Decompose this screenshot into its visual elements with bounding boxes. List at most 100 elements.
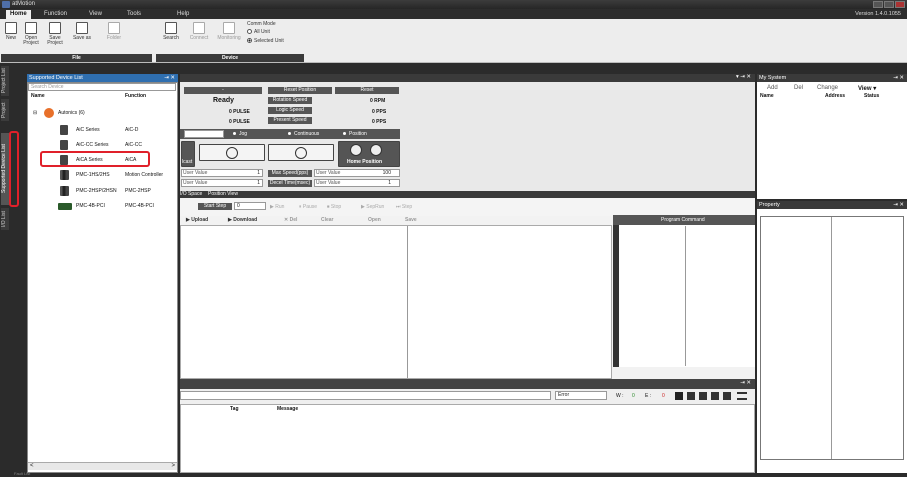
comm-all-unit-radio[interactable]: All Unit [247, 29, 270, 35]
change-button[interactable]: Change [817, 85, 838, 91]
tab-position-view[interactable]: Position View [208, 191, 238, 197]
stop-button[interactable]: ⏹ Stop [327, 204, 341, 210]
save-as-button[interactable]: Save as [70, 22, 94, 41]
view-dropdown[interactable]: View ▾ [858, 85, 876, 92]
continuous-radio[interactable]: Continuous [287, 131, 319, 137]
device-row-function: PMC-4B-PCI [125, 203, 154, 209]
jog-ccw-button[interactable] [199, 144, 265, 161]
connect-button[interactable]: Connect [187, 22, 211, 41]
log-pin-close[interactable]: ⇥ ✕ [740, 380, 751, 386]
run-button[interactable]: ▶ Run [270, 204, 284, 210]
pause-button[interactable]: ⏸ Pause [299, 204, 317, 210]
tab-view[interactable]: View [85, 10, 106, 19]
side-tab-io-list[interactable]: I/O List [1, 208, 9, 230]
device-row[interactable]: AiC-CC Series AiC-CC [28, 138, 177, 152]
tab-io-space[interactable]: I/O Space [180, 191, 202, 197]
log-columns-icon[interactable] [711, 392, 719, 400]
device-row[interactable]: AiC Series AiC-D [28, 123, 177, 137]
device-row[interactable]: PMC-1HS/2HS Motion Controller [28, 168, 177, 182]
axis-select[interactable] [184, 130, 224, 138]
open-project-button[interactable]: Open Project [20, 22, 42, 46]
user-value-input-2[interactable]: User Value 1 [181, 179, 263, 187]
reset-button[interactable]: Reset [335, 87, 399, 94]
my-system-panel [757, 82, 907, 199]
position-radio[interactable]: Position [342, 131, 367, 137]
system-col-status: Status [864, 93, 880, 99]
open-button[interactable]: Open [368, 217, 381, 223]
highlight-side-tab [9, 131, 19, 207]
device-panel-pin-close[interactable]: ⇥ ✕ [164, 74, 175, 82]
del-system-button[interactable]: Del [794, 85, 803, 91]
log-export-icon[interactable] [723, 392, 731, 400]
my-system-title: My System ⇥ ✕ [757, 74, 907, 82]
log-list-icon[interactable] [737, 392, 747, 400]
property-pin-close[interactable]: ⇥ ✕ [893, 201, 904, 209]
monitoring-button[interactable]: Monitoring [214, 22, 244, 41]
tab-home[interactable]: Home [6, 10, 31, 19]
program-command-list[interactable] [613, 225, 755, 367]
program-editor[interactable] [180, 225, 612, 379]
broadcast-button[interactable]: lcast [181, 141, 195, 167]
reset-position-button[interactable]: Reset Position [268, 87, 332, 94]
device-row-name: AiC-CC Series [76, 142, 109, 148]
my-system-pin-close[interactable]: ⇥ ✕ [893, 74, 904, 82]
clear-button[interactable]: Clear [321, 217, 334, 223]
tree-root-autonics[interactable]: ⊟ Autonics (6) [28, 106, 177, 120]
comm-selected-unit-radio[interactable]: Selected Unit [247, 38, 284, 44]
close-button[interactable] [895, 1, 905, 8]
seprun-button[interactable]: ▶ SepRun [361, 204, 384, 210]
max-speed-input[interactable]: User Value 100 [314, 169, 400, 177]
del-button[interactable]: ✕ Del [284, 217, 297, 223]
search-device-input[interactable]: Search Device [28, 83, 176, 91]
download-button[interactable]: ▶ Download [228, 217, 257, 223]
user-value-input-1[interactable]: User Value 1 [181, 169, 263, 177]
device-panel-hscroll[interactable]: < > [28, 462, 177, 470]
device-row[interactable]: PMC-2HSP/2HSN PMC-2HSP [28, 184, 177, 198]
dash-button[interactable]: - [184, 87, 262, 94]
device-row-name: PMC-4B-PCI [76, 203, 105, 209]
log-titlebar: ⇥ ✕ [180, 379, 755, 389]
menu-bar: Home Function View Tools Help Version 1.… [0, 9, 907, 19]
log-filter-select[interactable]: Error [555, 391, 607, 400]
log-grid-icon[interactable] [687, 392, 695, 400]
device-row[interactable]: PMC-4B-PCI PMC-4B-PCI [28, 199, 177, 213]
search-button[interactable]: Search [160, 22, 182, 41]
new-button[interactable]: New [3, 22, 19, 41]
maximize-button[interactable] [884, 1, 894, 8]
jog-radio[interactable]: Jog [232, 131, 247, 137]
jog-cw-button[interactable] [268, 144, 334, 161]
start-step-button[interactable]: Start Step [198, 203, 232, 210]
device-col-function: Function [125, 93, 147, 99]
step-input[interactable]: 0 [234, 202, 266, 210]
tab-function[interactable]: Function [40, 10, 71, 19]
scroll-right-icon[interactable]: > [171, 463, 175, 469]
tab-help[interactable]: Help [173, 10, 193, 19]
jog-label: Jog [239, 131, 248, 137]
control-panel-pin-close[interactable]: ▾ ⇥ ✕ [736, 74, 751, 80]
upload-button[interactable]: ▶ Upload [186, 217, 208, 223]
home-position-button[interactable]: Home Position [338, 141, 400, 167]
side-tab-project[interactable]: Project [1, 99, 9, 121]
property-grid[interactable] [760, 216, 904, 460]
tab-tools[interactable]: Tools [123, 10, 145, 19]
folder-button[interactable]: Folder [104, 22, 124, 41]
error-count-label: E : [645, 393, 652, 399]
decel-time-input[interactable]: User Value 1 [314, 179, 400, 187]
side-tab-project-list[interactable]: Project List [1, 66, 9, 96]
save-project-button[interactable]: Save Project [44, 22, 66, 46]
minimize-button[interactable] [873, 1, 883, 8]
save-button[interactable]: Save [405, 217, 417, 223]
add-button[interactable]: Add [767, 85, 778, 91]
log-search-input[interactable] [180, 391, 551, 400]
warning-count-value: 0 [632, 393, 635, 399]
save-as-label: Save as [72, 35, 92, 41]
scroll-left-icon[interactable]: < [30, 463, 34, 469]
log-info-icon[interactable] [675, 392, 683, 400]
step-button[interactable]: ⏭ Step [396, 204, 412, 210]
log-table-icon[interactable] [699, 392, 707, 400]
radio-dot-icon [342, 131, 347, 136]
present-speed-label: Present Speed [268, 117, 312, 124]
file-group-label: File [1, 54, 152, 62]
side-tab-supported-device-list[interactable]: Supported Device List [1, 133, 9, 205]
property-title: Property ⇥ ✕ [757, 201, 907, 209]
